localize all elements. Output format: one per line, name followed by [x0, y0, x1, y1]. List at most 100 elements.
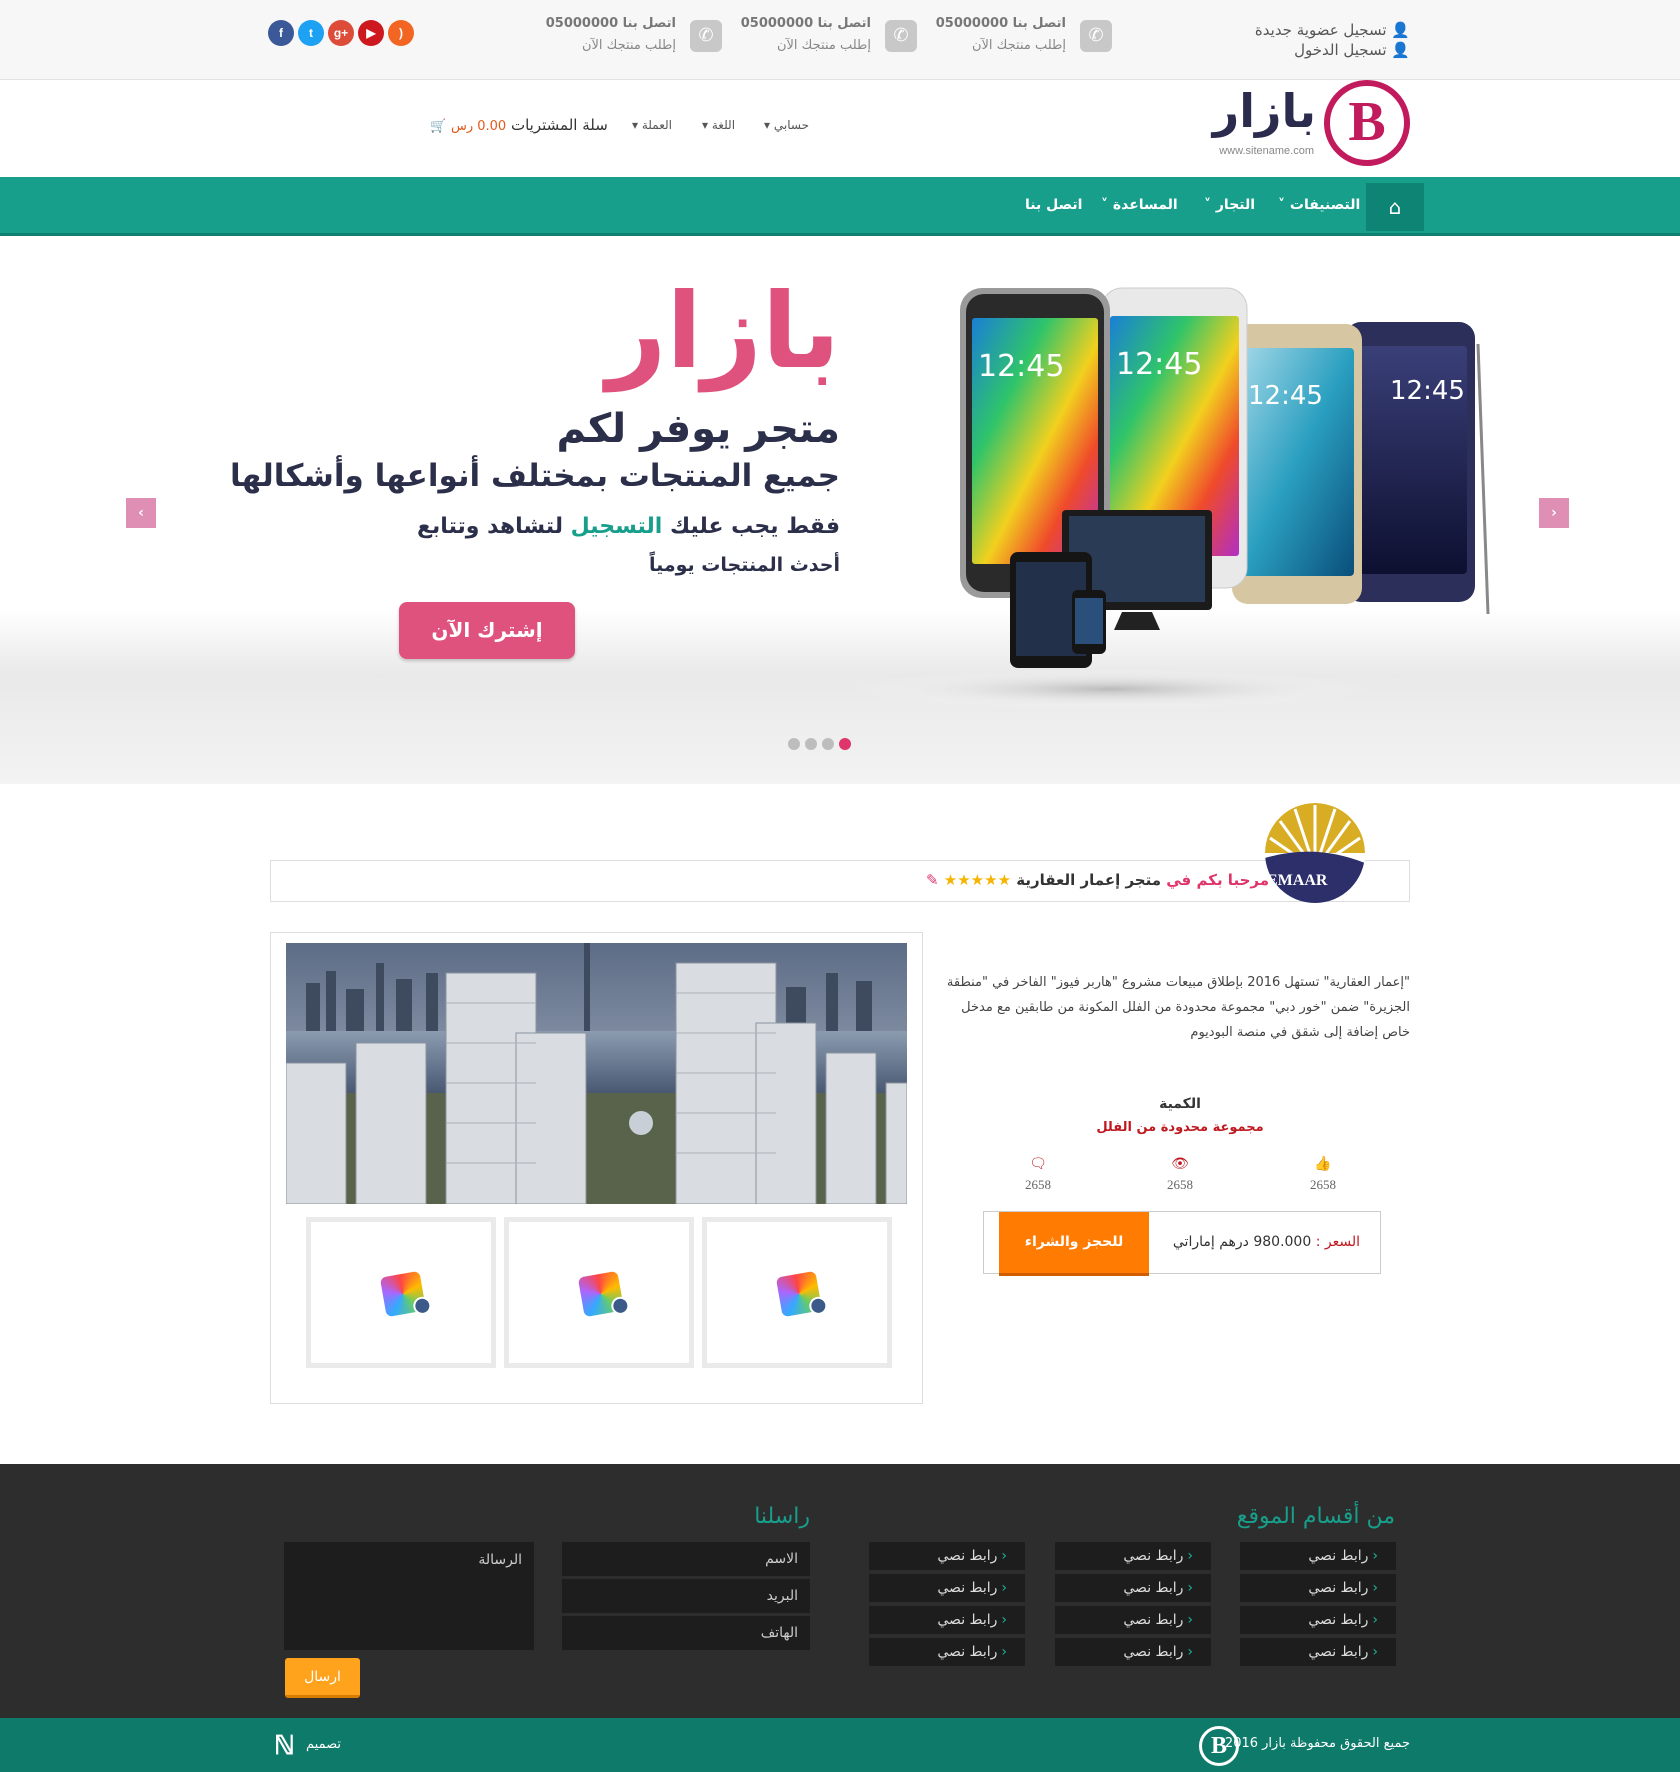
main-nav: ⌂ التصنيفات ˅ التجار ˅ المساعدة ˅ اتصل ب… — [0, 177, 1680, 236]
slide-brand: بازار — [606, 270, 841, 392]
phone-input[interactable]: الهاتف — [562, 1616, 810, 1650]
cart-amount: 0.00 رس — [450, 119, 507, 134]
product-description: "إعمار العقارية" تستهل 2016 بإطلاق مبيعا… — [946, 975, 1410, 1040]
contact-heading: راسلنا — [754, 1504, 810, 1529]
emaar-logo: EMAAR — [1265, 803, 1365, 903]
footer-link[interactable]: ‹رابط نصي — [869, 1574, 1025, 1602]
phone-icon: ✆ — [885, 20, 917, 52]
store-title: مرحبا بكم في متجر إعمار العقارية ★★★★★ ✎ — [925, 871, 1269, 889]
product-thumbnail-2[interactable] — [504, 1217, 694, 1368]
slide-tagline: أحدث المنتجات يومياً — [648, 554, 840, 576]
login-link[interactable]: 👤 تسجيل الدخول — [1294, 41, 1410, 59]
phone-icon: ✆ — [690, 20, 722, 52]
contact-block-3[interactable]: ✆ اتصل بنا 05000000 إطلب منتجك الآن — [546, 16, 722, 62]
footer: من أقسام الموقع راسلنا ‹رابط نصي ‹رابط ن… — [0, 1464, 1680, 1718]
phone-icon: ✆ — [1080, 20, 1112, 52]
price-box: للحجز والشراء السعر : 980.000 درهم إمارا… — [983, 1211, 1381, 1276]
image-placeholder-icon — [379, 1270, 427, 1318]
footer-link[interactable]: ‹رابط نصي — [869, 1606, 1025, 1634]
devices-image: 12:45 12:45 12:45 12:45 — [850, 287, 1490, 709]
name-input[interactable]: الاسم — [562, 1542, 810, 1576]
account-links: 👤 تسجيل عضوية جديدة 👤 تسجيل الدخول — [1230, 20, 1410, 60]
footer-link[interactable]: ‹رابط نصي — [1055, 1606, 1211, 1634]
svg-text:12:45: 12:45 — [1248, 381, 1323, 411]
contact-block-2[interactable]: ✆ اتصل بنا 05000000 إطلب منتجك الآن — [741, 16, 917, 62]
message-textarea[interactable]: الرسالة — [284, 1542, 534, 1650]
store-name[interactable]: متجر إعمار العقارية — [1016, 871, 1161, 889]
caret-down-icon: ˅ — [1278, 197, 1285, 213]
product-thumbnail-1[interactable] — [306, 1217, 496, 1368]
register-link[interactable]: 👤 تسجيل عضوية جديدة — [1255, 21, 1410, 39]
image-placeholder-icon — [775, 1270, 823, 1318]
svg-text:12:45: 12:45 — [1116, 347, 1202, 382]
send-button[interactable]: ارسال — [285, 1658, 360, 1698]
caret-down-icon: ▾ — [702, 118, 709, 132]
nav-merchants[interactable]: التجار ˅ — [1204, 177, 1255, 233]
cart-summary[interactable]: سلة المشتريات 0.00 رس 🛒 — [430, 116, 608, 134]
likes-count[interactable]: 👍 2658 — [1293, 1156, 1353, 1193]
slider-dot[interactable] — [788, 738, 800, 750]
edit-icon[interactable]: ✎ — [926, 871, 939, 889]
site-name: بازار — [1212, 84, 1316, 138]
comments-count[interactable]: 🗨 2658 — [1008, 1156, 1068, 1193]
cart-icon: 🛒 — [430, 119, 447, 134]
designer-logo[interactable]: ℕ — [274, 1730, 300, 1760]
slider-dot[interactable] — [822, 738, 834, 750]
footer-link[interactable]: ‹رابط نصي — [869, 1638, 1025, 1666]
slide-subheading: جميع المنتجات بمختلف أنواعها وأشكالها — [229, 458, 840, 494]
comments-icon: 🗨 — [1029, 1157, 1047, 1172]
home-icon[interactable]: ⌂ — [1366, 183, 1424, 231]
facebook-icon[interactable]: f — [268, 20, 294, 46]
slide-heading: متجر يوفر لكم — [556, 406, 840, 452]
slider-next-button[interactable]: › — [1539, 498, 1569, 528]
footer-link[interactable]: ‹رابط نصي — [1055, 1574, 1211, 1602]
email-input[interactable]: البريد — [562, 1579, 810, 1613]
product-thumbnail-3[interactable] — [702, 1217, 892, 1368]
image-placeholder-icon — [577, 1270, 625, 1318]
quantity-value: مجموعة محدودة من الفلل — [1096, 1120, 1264, 1135]
store-title-bar: مرحبا بكم في متجر إعمار العقارية ★★★★★ ✎ — [270, 860, 1410, 902]
slide-register-line: فقط يجب عليك التسجيل لتشاهد وتتابع — [417, 514, 840, 539]
footer-link[interactable]: ‹رابط نصي — [1240, 1542, 1396, 1570]
language-dropdown[interactable]: اللغة ▾ — [702, 118, 735, 132]
site-logo[interactable]: B — [1324, 80, 1410, 166]
top-bar: 👤 تسجيل عضوية جديدة 👤 تسجيل الدخول ✆ اتص… — [0, 0, 1680, 80]
subscribe-button[interactable]: إشترك الآن — [399, 602, 575, 659]
footer-link[interactable]: ‹رابط نصي — [869, 1542, 1025, 1570]
copyright-bar: جميع الحقوق محفوظة بازار 2016 B تصميم ℕ — [0, 1718, 1680, 1772]
caret-down-icon: ˅ — [1101, 197, 1108, 213]
book-and-buy-button[interactable]: للحجز والشراء — [999, 1212, 1149, 1276]
footer-link[interactable]: ‹رابط نصي — [1240, 1638, 1396, 1666]
nav-categories[interactable]: التصنيفات ˅ — [1278, 177, 1360, 233]
design-credit: تصميم — [306, 1737, 341, 1752]
footer-link[interactable]: ‹رابط نصي — [1240, 1574, 1396, 1602]
account-dropdown[interactable]: حسابي ▾ — [764, 118, 809, 132]
slider-dots — [788, 735, 856, 754]
quantity-label: الكمية — [1159, 1096, 1201, 1112]
nav-help[interactable]: المساعدة ˅ — [1101, 177, 1178, 233]
footer-link[interactable]: ‹رابط نصي — [1055, 1638, 1211, 1666]
contact-block-1[interactable]: ✆ اتصل بنا 05000000 إطلب منتجك الآن — [936, 16, 1112, 62]
thumbs-up-icon: 👍 — [1314, 1157, 1332, 1172]
slider-dot-active[interactable] — [839, 738, 851, 750]
site-sections-heading: من أقسام الموقع — [1236, 1504, 1395, 1529]
slider-prev-button[interactable]: ‹ — [126, 498, 156, 528]
views-count: 👁 2658 — [1150, 1156, 1210, 1193]
rating-stars: ★★★★★ — [943, 871, 1012, 889]
hero-slider: ‹ › بازار متجر يوفر لكم جميع المنتجات بم… — [0, 236, 1680, 784]
product-main-image[interactable] — [286, 943, 907, 1204]
youtube-icon[interactable]: ▶ — [358, 20, 384, 46]
footer-link[interactable]: ‹رابط نصي — [1240, 1606, 1396, 1634]
price: السعر : 980.000 درهم إماراتي — [1172, 1234, 1360, 1250]
slider-dot[interactable] — [805, 738, 817, 750]
svg-text:12:45: 12:45 — [978, 349, 1064, 384]
nav-contact[interactable]: اتصل بنا — [1025, 177, 1082, 233]
caret-down-icon: ˅ — [1204, 197, 1211, 213]
footer-link[interactable]: ‹رابط نصي — [1055, 1542, 1211, 1570]
rss-icon[interactable]: ) — [388, 20, 414, 46]
currency-dropdown[interactable]: العملة ▾ — [632, 118, 672, 132]
google-plus-icon[interactable]: g+ — [328, 20, 354, 46]
caret-down-icon: ▾ — [632, 118, 639, 132]
twitter-icon[interactable]: t — [298, 20, 324, 46]
site-url: www.sitename.com — [1219, 145, 1314, 157]
